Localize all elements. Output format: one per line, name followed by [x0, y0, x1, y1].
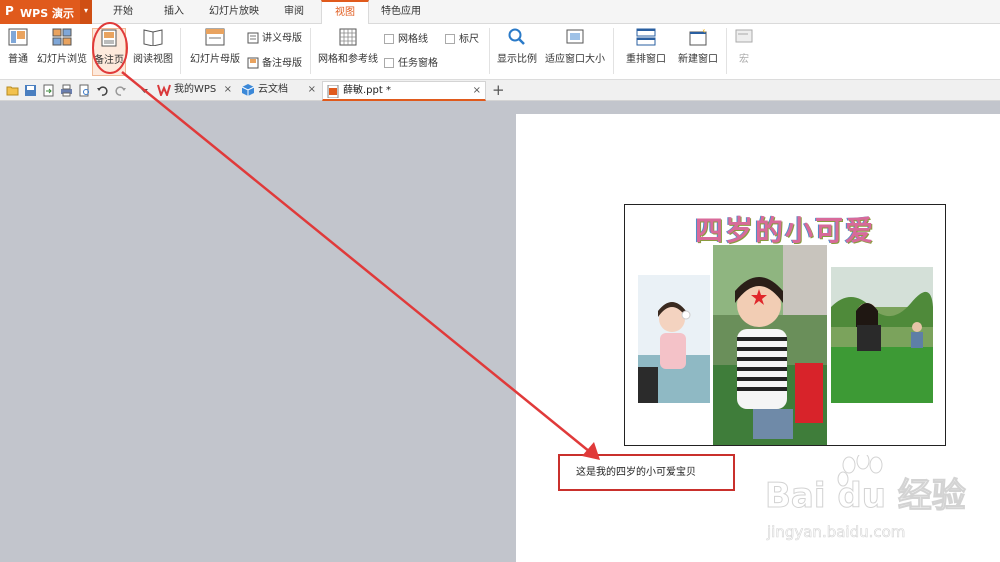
annotation-arrowhead [582, 442, 600, 460]
annotation-arrow-line [121, 71, 591, 453]
annotation-circle [92, 22, 128, 74]
baidu-paw-icon: Bai du 经验 jingyan.baidu.com [765, 452, 966, 541]
watermark-brand: Bai du 经验 [765, 476, 966, 516]
watermark-url: jingyan.baidu.com [766, 523, 905, 541]
baidu-jingyan-watermark: Bai du 经验 jingyan.baidu.com [765, 452, 995, 550]
